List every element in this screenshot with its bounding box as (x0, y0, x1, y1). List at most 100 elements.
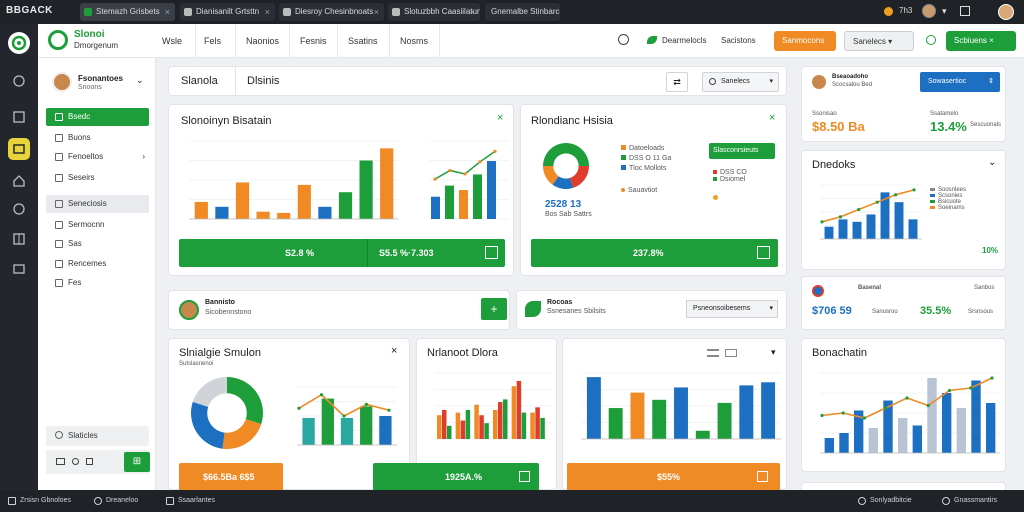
sidebar-item-sas[interactable]: Sas (46, 235, 149, 253)
close-icon[interactable]: × (374, 3, 379, 21)
chevron-down-icon[interactable]: ⌄ (136, 75, 144, 86)
close-icon[interactable]: × (497, 112, 503, 124)
select-button[interactable]: Sanelecs ▾ (844, 31, 914, 51)
primary-button[interactable]: Sowasertioc ⇕ (920, 72, 1000, 92)
grid-icon[interactable] (725, 349, 737, 357)
avatar[interactable] (922, 4, 936, 18)
stat-value: 13.4% (930, 119, 967, 134)
taskbar-item[interactable]: Ssaarlantes (164, 493, 215, 509)
wallet-icon[interactable] (8, 138, 30, 160)
sidebar-item-buons[interactable]: Buons (46, 129, 149, 147)
taskbar-item[interactable]: Gnassmantirs (940, 493, 997, 509)
chart-bar (956, 408, 967, 453)
grid-icon[interactable] (8, 106, 30, 128)
nav-item[interactable]: Nosms (394, 24, 440, 58)
tab-dlsinis[interactable]: Dlsinis (247, 75, 279, 87)
sidebar-bottom-item[interactable]: Slaticles (46, 426, 149, 446)
dashboard-icon[interactable] (8, 70, 30, 92)
line-point (841, 411, 845, 415)
expand-icon[interactable] (485, 246, 498, 259)
nav-item[interactable]: Fels (198, 24, 236, 58)
menu-icon[interactable]: ▾ (942, 6, 947, 17)
profile-select[interactable]: Psneonsoibesems ▾ (686, 300, 778, 318)
home-icon[interactable] (8, 170, 30, 192)
notification-dot-icon[interactable] (884, 7, 893, 16)
browser-tab-4[interactable]: Slotuzbbh Caasiilatun × (388, 3, 480, 21)
filter-select[interactable]: Sanelecs ▾ (702, 72, 779, 92)
center-link[interactable]: Dearmelocls (662, 36, 706, 45)
browser-tab-2[interactable]: Dianisanilt Grtsttn × (180, 3, 275, 21)
summary-bar[interactable]: 1925A.% (373, 463, 539, 491)
legend-swatch (930, 200, 935, 203)
summary-bar[interactable]: 237.8% (531, 239, 778, 267)
avatar[interactable] (998, 4, 1014, 20)
item-icon (55, 153, 63, 161)
brand-logo-icon[interactable] (48, 30, 68, 50)
close-icon[interactable]: × (165, 3, 170, 21)
list-icon[interactable] (707, 349, 719, 357)
nav-item[interactable]: Wsle (156, 24, 196, 58)
button-label: Sanmocons (782, 36, 825, 45)
add-button[interactable]: ⊞ (124, 452, 150, 472)
image-icon[interactable] (8, 258, 30, 280)
browser-tab-3[interactable]: Diesroy Chesinbnoats × (279, 3, 384, 21)
expand-icon[interactable] (757, 246, 770, 259)
search-icon[interactable] (618, 34, 629, 45)
sidebar-item-rencemes[interactable]: Rencemes (46, 255, 149, 273)
summary-bar[interactable]: S2.8 % S5.5 %·7.303 (179, 239, 505, 267)
taskbar-item[interactable]: Zrsisn Gbnoloes (6, 493, 71, 509)
chart-bar (695, 430, 710, 439)
sidebar-item-fenoeltos[interactable]: Fenoeltos › (46, 148, 149, 166)
chart-bar (498, 402, 503, 439)
sidebar-item-fes[interactable]: Fes (46, 274, 149, 292)
taskbar-label: Zrsisn Gbnoloes (20, 497, 71, 504)
sidebar-item-seneciosis[interactable]: Seneciosis (46, 195, 149, 213)
browser-tab-5[interactable]: Gnemalbe Stinbarcen (485, 3, 560, 21)
green-action-button[interactable]: Scbiuens × (946, 31, 1016, 51)
search-icon[interactable] (926, 35, 936, 45)
help-icon[interactable] (8, 198, 30, 220)
browser-tab-1[interactable]: Stemazh Grisbets × (80, 3, 175, 21)
expand-icon[interactable] (519, 471, 530, 482)
chart-bar (215, 206, 229, 219)
table-icon[interactable] (8, 228, 30, 250)
close-icon[interactable]: × (470, 3, 475, 21)
green-tag[interactable]: Slasconrsieuts (709, 143, 775, 159)
summary-bar[interactable]: $66.5Ba 6$5 (179, 463, 283, 491)
chevron-down-icon[interactable]: ▾ (771, 347, 776, 358)
right-link[interactable]: Sacistons (721, 36, 756, 45)
share-icon[interactable]: ⇄ (666, 72, 688, 92)
nav-item[interactable]: Naonios (240, 24, 290, 58)
nav-item[interactable]: Fesnis (294, 24, 338, 58)
monitor-icon[interactable] (56, 458, 65, 465)
close-icon[interactable]: × (769, 112, 775, 124)
user-icon[interactable] (72, 458, 79, 465)
nav-item[interactable]: Ssatins (342, 24, 390, 58)
close-icon[interactable]: × (391, 345, 397, 357)
chart-bar (717, 402, 732, 439)
sidebar-item-seseirs[interactable]: Seseirs (46, 169, 149, 187)
card-title: Rlondianc Hsisia (531, 115, 613, 127)
taskbar-item[interactable]: Sonlyadbitcie (856, 493, 912, 509)
sidebar-item-sermocnn[interactable]: Sermocnn (46, 216, 149, 234)
tab-label: Diesroy Chesinbnoats (295, 7, 374, 16)
app-header: Slonoi Dmorgenum Wsle Fels Naonios Fesni… (38, 24, 1024, 58)
close-icon[interactable]: × (265, 3, 270, 21)
window-icon[interactable] (960, 6, 970, 16)
chart-bar (318, 206, 332, 219)
chevron-down-icon[interactable]: ⌄ (988, 157, 996, 168)
logo-icon[interactable] (8, 32, 30, 54)
tag-icon[interactable] (86, 458, 93, 465)
summary-bar[interactable]: $55% (567, 463, 780, 491)
taskbar-item[interactable]: Dreaneloo (92, 493, 138, 509)
legend-label: Soeinams (938, 205, 965, 211)
user-card[interactable]: Fsonantoes Snoons ⌄ (46, 70, 149, 98)
tab-slanola[interactable]: Slanola (181, 75, 218, 87)
sidebar-item-bsedc[interactable]: Bsedc (46, 108, 149, 126)
orange-action-button[interactable]: Sanmocons (774, 31, 836, 51)
taskbar: Zrsisn Gbnoloes Dreaneloo Ssaarlantes So… (0, 490, 1024, 512)
add-button[interactable]: + (481, 298, 507, 320)
expand-icon[interactable] (757, 471, 768, 482)
plant-icon (525, 301, 541, 317)
line-point (297, 406, 301, 410)
